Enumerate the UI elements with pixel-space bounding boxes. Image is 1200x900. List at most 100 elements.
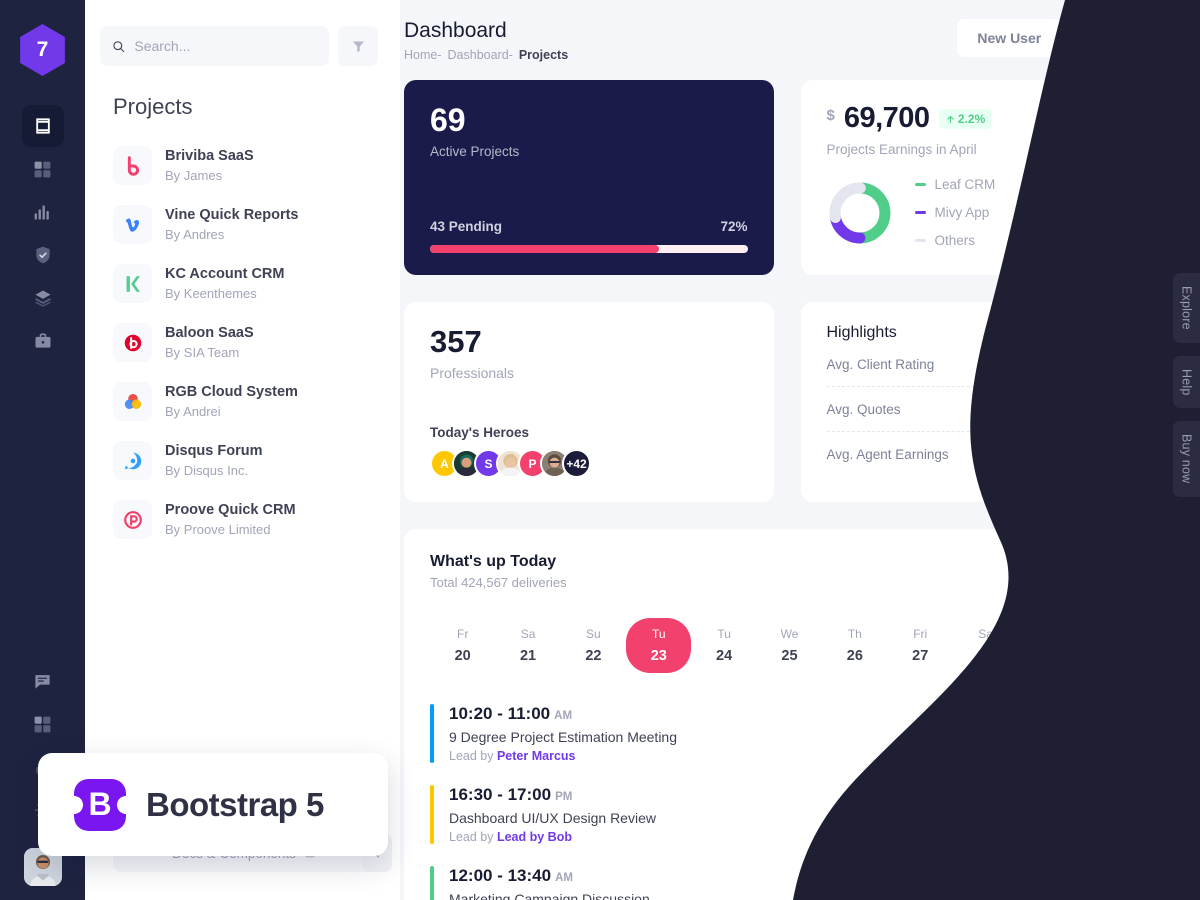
currency-symbol: $ [826,107,835,125]
bar-chart-icon [34,204,49,220]
professionals-card: 357 Professionals Today's Heroes A S P +42 [404,302,774,503]
day-number: 26 [846,648,863,665]
whats-up-card: What's up Today Total 424,567 deliveries… [404,529,1175,900]
project-logo [113,382,152,421]
rail-item-reports[interactable] [22,191,64,233]
day-name: Mo [1107,627,1125,642]
event-details: 10:20 - 11:00 AM 9 Degree Project Estimati… [449,704,677,763]
rail-item-dashboard[interactable] [21,105,64,147]
highlights-card: Highlights Avg. Client Rating 7.8/10 Avg. … [800,302,1175,503]
bootstrap-badge: B Bootstrap 5 [38,753,388,856]
shield-check-icon [35,246,50,264]
day-cell-selected[interactable]: Tu 23 [626,618,692,674]
project-name: RGB Cloud System [165,383,298,400]
list-item[interactable]: Disqus Forum By Disqus Inc. [113,431,400,490]
highlight-label: Avg. Agent Earnings [826,446,949,462]
day-cell[interactable]: Th 26 [822,618,887,673]
highlight-value: 7.8/10 [1110,356,1149,373]
app-logo-text: 7 [36,38,49,61]
event-ampm: PM [555,791,573,804]
chat-icon [35,674,50,689]
day-name: We [780,627,799,642]
day-cell[interactable]: Su 29 [1018,618,1083,673]
event-view-button[interactable]: View [1085,870,1149,900]
earnings-body: Leaf CRM Mivy App Others $7,660 $2,820 $45,2… [827,177,1149,249]
project-text: RGB Cloud System By Andrei [165,383,298,420]
project-author: By Disqus Inc. [165,462,249,478]
list-item[interactable]: KC Account CRM By Keenthemes [113,254,400,313]
day-cell[interactable]: Sa 28 [953,618,1018,673]
event-name: Marketing Campaign Discussion [449,891,650,900]
day-number: 23 [650,648,667,665]
disqus-logo-icon [124,452,141,469]
k-logo-icon [126,275,140,292]
event-view-button[interactable]: View [1085,717,1149,751]
day-cell[interactable]: Sa 21 [495,618,560,673]
list-item[interactable]: Proove Quick CRM By Proove Limited [113,490,400,549]
grid-icon [34,161,51,177]
progress-fill [430,245,659,254]
rail-item-security[interactable] [22,234,64,276]
event-ampm: AM [555,872,573,885]
event-time: 10:20 - 11:00 [449,704,551,724]
rail-item-widgets[interactable] [22,703,64,745]
list-item[interactable]: Baloon SaaS By SIA Team [113,313,400,372]
professionals-label: Professionals [430,365,515,382]
topbar: Dashboard Home- Dashboard- Projects New … [400,0,1200,62]
highlight-value: 730 [1125,401,1149,418]
earnings-card: $ 69,700 2.2% Projects Earnings in April… [800,80,1175,276]
side-tab-buy-now[interactable]: Buy now [1173,421,1200,497]
list-item[interactable]: RGB Cloud System By Andrei [113,372,400,431]
legend-swatch [914,239,926,243]
day-cell[interactable]: Fr 20 [430,618,495,673]
side-tab-explore[interactable]: Explore [1173,273,1200,343]
event-time: 12:00 - 13:40 [449,866,552,886]
breadcrumb-item-dashboard[interactable]: Dashboard- [448,48,513,62]
event-ampm: AM [554,710,573,723]
app-logo[interactable]: 7 [20,24,65,76]
legend-value: $45,257 [1100,233,1149,249]
event-view-button[interactable]: View [1085,798,1149,832]
main-content: Dashboard Home- Dashboard- Projects New … [400,0,1200,900]
project-text: Baloon SaaS By SIA Team [165,324,254,361]
day-cell[interactable]: Tu 24 [691,618,756,673]
report-center-button[interactable]: Report Cecnter [1023,553,1149,590]
list-item[interactable]: Briviba SaaS By James [113,136,400,195]
earnings-legend: Leaf CRM Mivy App Others [914,177,995,248]
day-cell[interactable]: Mo 30 [1084,618,1149,673]
heroes-avatar-group: A S P +42 [430,449,748,479]
rail-item-layers[interactable] [22,277,64,319]
breadcrumb-item-home[interactable]: Home- [404,48,442,62]
heroes-label: Today's Heroes [430,425,529,441]
day-cell[interactable]: Su 22 [561,618,626,673]
layers-icon [34,290,51,307]
cards-column-right: $ 69,700 2.2% Projects Earnings in April… [800,80,1175,503]
project-author: By James [165,167,223,183]
highlight-value: $2,309 [1106,446,1149,463]
event-lead-name[interactable]: Peter Marcus [497,749,576,763]
day-name: Sa [520,627,536,642]
bootstrap-logo-letter: B [88,786,112,822]
day-cell[interactable]: We 25 [757,618,822,673]
rail-item-chat[interactable] [22,660,64,702]
earnings-value: 69,700 [843,102,930,135]
active-projects-count: 69 [430,102,466,139]
event-lead-name[interactable]: Lead by Bob [497,830,572,844]
heroes-more-count[interactable]: +42 [562,449,591,479]
rail-item-projects[interactable] [22,320,64,362]
rail-item-apps[interactable] [22,148,64,190]
top-actions: New User New Goal [957,18,1175,58]
day-number: 30 [1108,648,1125,665]
search-box[interactable] [100,26,329,66]
new-user-button[interactable]: New User [957,19,1062,57]
filter-button[interactable] [338,26,378,66]
panel-title: Projects [113,94,193,119]
search-input[interactable] [134,38,317,54]
project-text: Proove Quick CRM By Proove Limited [165,501,296,538]
new-goal-button[interactable]: New Goal [1071,18,1175,58]
whats-up-subtitle: Total 424,567 deliveries [430,575,567,591]
day-cell[interactable]: Fri 27 [888,618,953,673]
list-item[interactable]: Vine Quick Reports By Andres [113,195,400,254]
project-name: Disqus Forum [165,442,263,459]
side-tab-help[interactable]: Help [1173,355,1200,409]
